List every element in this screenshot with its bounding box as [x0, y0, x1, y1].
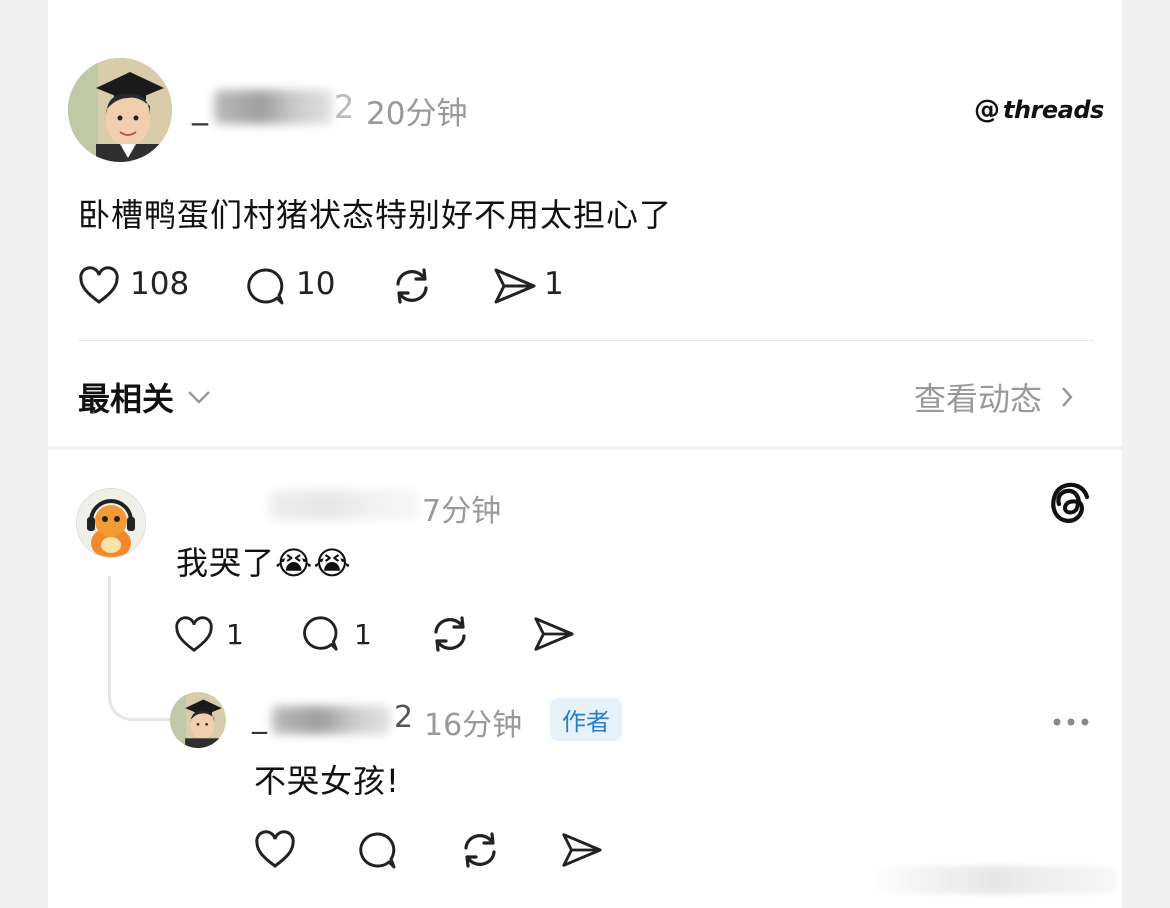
more-options-button[interactable] — [1052, 712, 1090, 731]
repost-button[interactable] — [390, 266, 434, 306]
repost-icon — [464, 832, 496, 868]
comment-reply-button[interactable] — [300, 614, 340, 654]
reply-share-button[interactable] — [560, 830, 604, 870]
reply-like-button[interactable] — [254, 830, 296, 870]
threads-app-icon — [1050, 482, 1092, 528]
chevron-right-icon — [1062, 387, 1073, 407]
comment-like-count: 1 — [226, 618, 244, 651]
reply-count: 10 — [296, 266, 336, 302]
watermark — [868, 866, 1118, 894]
divider — [78, 340, 1094, 341]
send-icon — [494, 268, 536, 304]
view-activity-label: 查看动态 — [914, 380, 1043, 418]
heart-icon — [79, 266, 119, 304]
reply-author-avatar[interactable] — [170, 692, 226, 748]
comment-text: 我哭了😭😭 — [176, 544, 352, 582]
author-badge: 作者 — [550, 698, 622, 741]
commenter-username[interactable] — [270, 490, 420, 520]
commenter-avatar[interactable] — [76, 488, 146, 558]
comment-icon — [359, 832, 396, 869]
post-timestamp: 20分钟 — [366, 96, 468, 132]
heart-icon — [175, 616, 213, 652]
reply-repost-button[interactable] — [458, 830, 502, 870]
reply-author-username[interactable]: _ 2 — [252, 700, 418, 738]
share-button[interactable] — [492, 266, 538, 306]
sort-label: 最相关 — [78, 380, 175, 418]
view-activity-link[interactable]: 查看动态 — [914, 374, 1074, 420]
post-text: 卧槽鸭蛋们村猪状态特别好不用太担心了 — [78, 196, 673, 234]
send-icon — [562, 833, 602, 867]
like-count: 108 — [130, 266, 190, 302]
threads-screenshot: _ 2 20分钟 @ threads 卧槽鸭蛋们村猪状态特别好不用太担心了 10… — [48, 0, 1122, 908]
reply-text: 不哭女孩! — [254, 762, 400, 800]
post-author-avatar[interactable] — [68, 58, 172, 162]
reply-button[interactable] — [244, 266, 286, 308]
comment-like-button[interactable] — [174, 616, 214, 654]
comment-repost-button[interactable] — [428, 614, 472, 654]
post-author-username[interactable]: _ 2 — [192, 88, 360, 128]
repost-icon — [434, 616, 466, 652]
threads-at-icon: @ — [974, 95, 1000, 125]
reply-thread-line — [108, 576, 173, 721]
repost-icon — [396, 268, 428, 304]
send-icon — [534, 617, 574, 651]
comment-timestamp: 7分钟 — [422, 494, 502, 529]
comment-share-button[interactable] — [532, 614, 576, 654]
section-separator — [48, 446, 1122, 450]
comment-reply-count: 1 — [354, 618, 372, 651]
heart-icon — [255, 830, 295, 868]
comment-icon — [247, 268, 284, 305]
reply-timestamp: 16分钟 — [424, 708, 523, 743]
threads-logo: @ threads — [974, 95, 1104, 125]
comment-icon — [303, 616, 338, 651]
chevron-down-icon — [188, 391, 210, 404]
reply-reply-button[interactable] — [356, 830, 398, 872]
share-count: 1 — [544, 266, 564, 302]
sort-dropdown[interactable]: 最相关 — [78, 374, 212, 420]
like-button[interactable] — [78, 266, 120, 306]
ellipsis-icon — [1053, 718, 1089, 726]
